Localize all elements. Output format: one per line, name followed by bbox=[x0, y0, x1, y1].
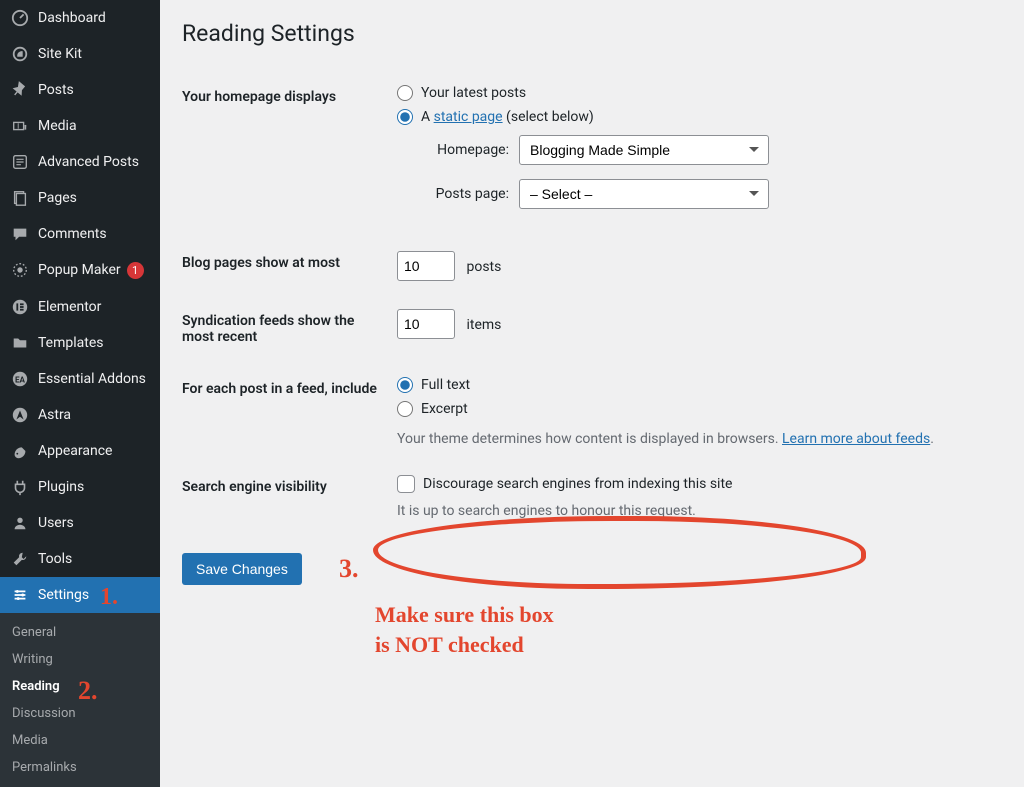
annotation-note: Make sure this box is NOT checked bbox=[375, 600, 554, 659]
radio-latest-posts-input[interactable] bbox=[397, 85, 413, 101]
pages-icon bbox=[10, 188, 30, 208]
feed-include-label: For each post in a feed, include bbox=[182, 363, 397, 461]
radio-excerpt[interactable]: Excerpt bbox=[397, 401, 992, 417]
discourage-indexing-checkbox[interactable] bbox=[397, 475, 415, 493]
dashboard-icon bbox=[10, 8, 30, 28]
sidebar-item-sitekit[interactable]: Site Kit bbox=[0, 36, 160, 72]
sidebar-item-label: Media bbox=[38, 118, 77, 134]
sidebar-item-label: Essential Addons bbox=[38, 371, 146, 387]
submenu-discussion[interactable]: Discussion bbox=[0, 700, 160, 727]
page-title: Reading Settings bbox=[182, 20, 1002, 47]
radio-excerpt-label: Excerpt bbox=[421, 401, 468, 417]
syndication-label: Syndication feeds show the most recent bbox=[182, 295, 397, 363]
annotation-3: 3. bbox=[339, 554, 359, 584]
radio-full-text-label: Full text bbox=[421, 377, 470, 393]
sidebar-item-users[interactable]: Users bbox=[0, 505, 160, 541]
sidebar-item-tools[interactable]: Tools bbox=[0, 541, 160, 577]
sidebar-item-elementor[interactable]: Elementor bbox=[0, 289, 160, 325]
sidebar-item-posts[interactable]: Posts bbox=[0, 72, 160, 108]
homepage-select[interactable]: Blogging Made Simple bbox=[519, 135, 769, 165]
settings-icon bbox=[10, 585, 30, 605]
sidebar-item-label: Plugins bbox=[38, 479, 84, 495]
visibility-help-text: It is up to search engines to honour thi… bbox=[397, 503, 992, 519]
sidebar-item-label: Pages bbox=[38, 190, 77, 206]
submenu-permalinks[interactable]: Permalinks bbox=[0, 754, 160, 781]
radio-full-text[interactable]: Full text bbox=[397, 377, 992, 393]
sidebar-item-label: Advanced Posts bbox=[38, 154, 139, 170]
settings-submenu: General Writing Reading Discussion Media… bbox=[0, 613, 160, 787]
submenu-writing[interactable]: Writing bbox=[0, 646, 160, 673]
blog-pages-input[interactable] bbox=[397, 251, 455, 281]
elementor-icon bbox=[10, 297, 30, 317]
visibility-label: Search engine visibility bbox=[182, 461, 397, 533]
discourage-indexing-label: Discourage search engines from indexing … bbox=[423, 476, 732, 492]
sidebar-item-label: Templates bbox=[38, 335, 104, 351]
radio-latest-posts[interactable]: Your latest posts bbox=[397, 85, 992, 101]
posts-page-select-label: Posts page: bbox=[421, 186, 509, 202]
settings-content: Reading Settings Your homepage displays … bbox=[160, 0, 1024, 787]
tools-icon bbox=[10, 549, 30, 569]
learn-more-feeds-link[interactable]: Learn more about feeds bbox=[782, 431, 930, 447]
static-page-link[interactable]: static page bbox=[434, 109, 503, 125]
sidebar-item-media[interactable]: Media bbox=[0, 108, 160, 144]
media-icon bbox=[10, 116, 30, 136]
advposts-icon bbox=[10, 152, 30, 172]
sidebar-item-label: Astra bbox=[38, 407, 71, 423]
templates-icon bbox=[10, 333, 30, 353]
settings-form: Your homepage displays Your latest posts… bbox=[182, 71, 1002, 533]
radio-static-page-input[interactable] bbox=[397, 109, 413, 125]
sidebar-item-plugins[interactable]: Plugins bbox=[0, 469, 160, 505]
sitekit-icon bbox=[10, 44, 30, 64]
popup-icon bbox=[10, 260, 30, 280]
sidebar-item-templates[interactable]: Templates bbox=[0, 325, 160, 361]
blog-pages-label: Blog pages show at most bbox=[182, 237, 397, 295]
sidebar-item-settings[interactable]: Settings bbox=[0, 577, 160, 613]
homepage-displays-label: Your homepage displays bbox=[182, 71, 397, 237]
discourage-indexing-row[interactable]: Discourage search engines from indexing … bbox=[397, 475, 992, 493]
sidebar-item-label: Users bbox=[38, 515, 74, 531]
plugins-icon bbox=[10, 477, 30, 497]
posts-page-select[interactable]: – Select – bbox=[519, 179, 769, 209]
sidebar-item-label: Posts bbox=[38, 82, 74, 98]
sidebar-item-dashboard[interactable]: Dashboard bbox=[0, 0, 160, 36]
save-changes-button[interactable]: Save Changes bbox=[182, 553, 302, 585]
submenu-reading[interactable]: Reading bbox=[0, 673, 160, 700]
blog-pages-unit: posts bbox=[466, 259, 501, 275]
sidebar-item-pages[interactable]: Pages bbox=[0, 180, 160, 216]
astra-icon bbox=[10, 405, 30, 425]
radio-full-text-input[interactable] bbox=[397, 377, 413, 393]
sidebar-item-label: Elementor bbox=[38, 299, 101, 315]
notification-badge: 1 bbox=[127, 262, 144, 279]
appearance-icon bbox=[10, 441, 30, 461]
admin-sidebar: Dashboard Site Kit Posts Media Advanced … bbox=[0, 0, 160, 787]
sidebar-item-label: Tools bbox=[38, 551, 72, 567]
sidebar-item-popup-maker[interactable]: Popup Maker 1 bbox=[0, 252, 160, 288]
sidebar-item-label: Site Kit bbox=[38, 46, 82, 62]
sidebar-item-essential-addons[interactable]: EA Essential Addons bbox=[0, 361, 160, 397]
sidebar-item-advanced-posts[interactable]: Advanced Posts bbox=[0, 144, 160, 180]
sidebar-item-label: Popup Maker bbox=[38, 262, 121, 278]
sidebar-item-comments[interactable]: Comments bbox=[0, 216, 160, 252]
homepage-select-label: Homepage: bbox=[421, 142, 509, 158]
submenu-general[interactable]: General bbox=[0, 619, 160, 646]
sidebar-item-appearance[interactable]: Appearance bbox=[0, 433, 160, 469]
svg-text:EA: EA bbox=[15, 374, 26, 384]
radio-excerpt-input[interactable] bbox=[397, 401, 413, 417]
radio-latest-posts-label: Your latest posts bbox=[421, 85, 526, 101]
syndication-unit: items bbox=[466, 317, 501, 333]
radio-static-page-label: A static page (select below) bbox=[421, 109, 594, 125]
feed-description: Your theme determines how content is dis… bbox=[397, 431, 992, 447]
syndication-input[interactable] bbox=[397, 309, 455, 339]
sidebar-item-label: Settings bbox=[38, 587, 89, 603]
sidebar-item-astra[interactable]: Astra bbox=[0, 397, 160, 433]
sidebar-item-label: Comments bbox=[38, 226, 107, 242]
ea-icon: EA bbox=[10, 369, 30, 389]
radio-static-page[interactable]: A static page (select below) bbox=[397, 109, 992, 125]
comments-icon bbox=[10, 224, 30, 244]
sidebar-item-label: Dashboard bbox=[38, 10, 106, 26]
submenu-media[interactable]: Media bbox=[0, 727, 160, 754]
sidebar-item-label: Appearance bbox=[38, 443, 112, 459]
users-icon bbox=[10, 513, 30, 533]
pin-icon bbox=[10, 80, 30, 100]
